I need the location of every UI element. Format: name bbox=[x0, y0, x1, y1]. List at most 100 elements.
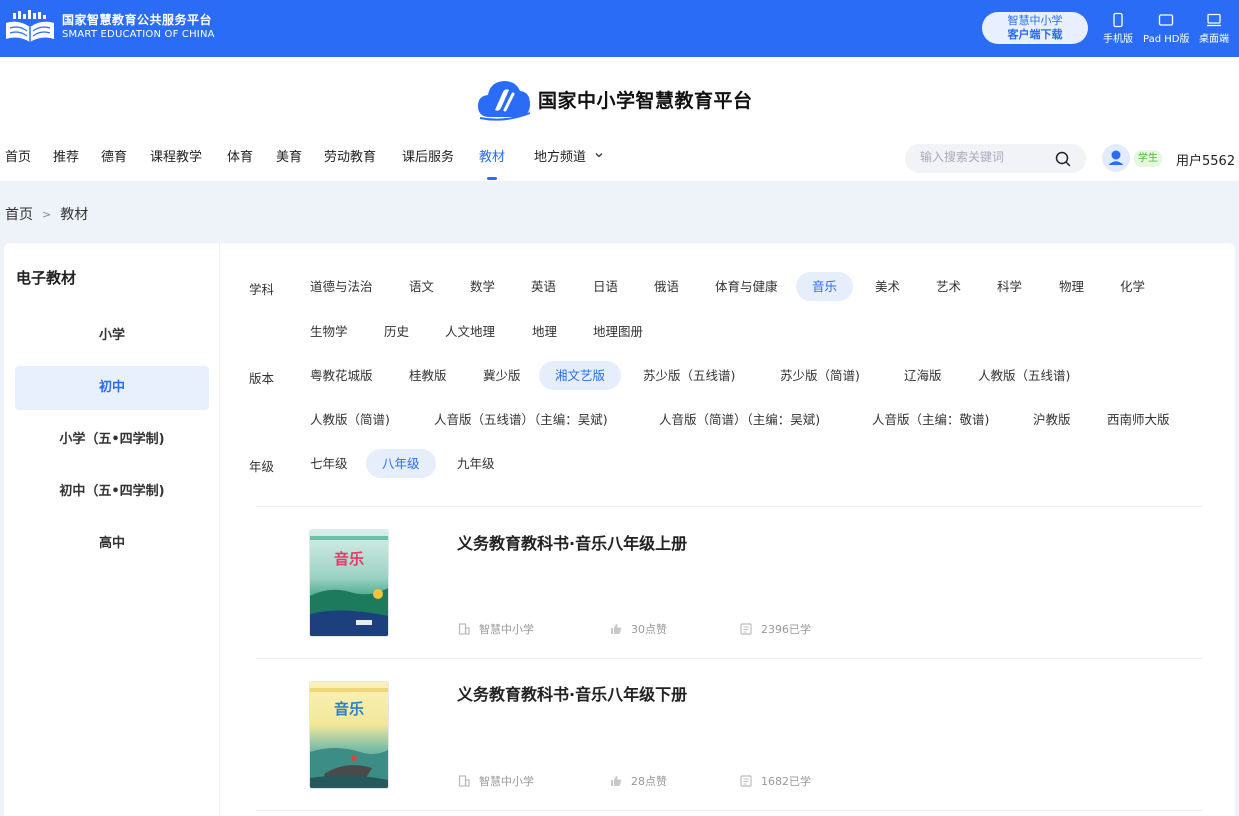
edition-chip-selected[interactable]: 湘文艺版 bbox=[539, 361, 622, 390]
subject-chip[interactable]: 英语 bbox=[531, 272, 556, 301]
grade-chip[interactable]: 七年级 bbox=[310, 449, 348, 478]
subject-chip[interactable]: 生物学 bbox=[310, 317, 348, 346]
site-logo-text: 国家中小学智慧教育平台 bbox=[538, 89, 753, 112]
edition-chip[interactable]: 人音版（主编：敬谱) bbox=[872, 405, 989, 434]
edition-chip[interactable]: 辽海版 bbox=[904, 361, 942, 390]
client-download-button[interactable]: 智慧中小学 客户端下载 bbox=[982, 12, 1088, 44]
sidebar-item-primary[interactable]: 小学 bbox=[15, 314, 209, 358]
site-logo[interactable]: 国家中小学智慧教育平台 bbox=[476, 77, 753, 121]
edition-chip[interactable]: 粤教花城版 bbox=[310, 361, 373, 390]
book-cover-art: 音乐 bbox=[310, 530, 388, 636]
book-source-label: 智慧中小学 bbox=[479, 775, 534, 788]
subject-chip[interactable]: 道德与法治 bbox=[310, 272, 373, 301]
sidebar-item-junior-54[interactable]: 初中（五•四学制) bbox=[15, 470, 209, 514]
nav-local-channel-label: 地方频道 bbox=[534, 150, 587, 165]
book-learners: 1682已学 bbox=[740, 773, 811, 789]
edition-chip[interactable]: 苏少版（简谱) bbox=[780, 361, 860, 390]
edition-chip[interactable]: 人音版（简谱）（主编：吴斌) bbox=[659, 405, 820, 434]
building-icon bbox=[458, 623, 470, 635]
subject-chip[interactable]: 日语 bbox=[593, 272, 618, 301]
subject-chip[interactable]: 人文地理 bbox=[445, 317, 495, 346]
cover-title: 音乐 bbox=[334, 550, 364, 568]
edition-chip[interactable]: 冀少版 bbox=[483, 361, 521, 390]
book-source: 智慧中小学 bbox=[458, 773, 534, 789]
subject-chip[interactable]: 物理 bbox=[1059, 272, 1084, 301]
edition-chip[interactable]: 苏少版（五线谱) bbox=[643, 361, 735, 390]
subject-chip[interactable]: 数学 bbox=[470, 272, 495, 301]
book-cover-grade8-vol2[interactable]: 音乐 bbox=[310, 682, 388, 788]
breadcrumb-current: 教材 bbox=[60, 207, 89, 223]
subject-chip[interactable]: 化学 bbox=[1120, 272, 1145, 301]
nav-labor[interactable]: 劳动教育 bbox=[324, 149, 376, 167]
edition-chip[interactable]: 西南师大版 bbox=[1107, 405, 1170, 434]
book-likes-label: 28点赞 bbox=[631, 775, 667, 788]
grade-chip[interactable]: 九年级 bbox=[457, 449, 495, 478]
nav-moral[interactable]: 德育 bbox=[101, 149, 127, 167]
sidebar-item-senior[interactable]: 高中 bbox=[15, 522, 209, 566]
sidebar: 电子教材 小学 初中 小学（五•四学制) 初中（五•四学制) 高中 bbox=[4, 243, 220, 816]
book-title[interactable]: 义务教育教科书·音乐八年级下册 bbox=[457, 681, 687, 705]
nav-textbooks[interactable]: 教材 bbox=[479, 149, 505, 180]
nav-recommend[interactable]: 推荐 bbox=[53, 149, 79, 167]
search-input[interactable] bbox=[920, 150, 1050, 164]
breadcrumb-separator: > bbox=[42, 207, 52, 221]
book-source-label: 智慧中小学 bbox=[479, 623, 534, 636]
edition-chip[interactable]: 人教版（简谱) bbox=[310, 405, 390, 434]
subject-chip[interactable]: 俄语 bbox=[654, 272, 679, 301]
user-avatar-icon[interactable] bbox=[1102, 144, 1130, 172]
edition-chip[interactable]: 人教版（五线谱) bbox=[978, 361, 1070, 390]
subject-chip[interactable]: 体育与健康 bbox=[715, 272, 778, 301]
nav-after-school[interactable]: 课后服务 bbox=[402, 149, 454, 167]
subject-chip[interactable]: 艺术 bbox=[936, 272, 961, 301]
device-desktop-label: 桌面端 bbox=[1199, 34, 1229, 45]
subject-chip[interactable]: 地理 bbox=[532, 317, 557, 346]
book-learners-label: 1682已学 bbox=[761, 775, 811, 788]
study-icon bbox=[740, 623, 752, 635]
cloud-logo-icon bbox=[478, 81, 531, 121]
search-icon[interactable] bbox=[1054, 150, 1072, 168]
grade-filter-label: 年级 bbox=[249, 459, 275, 474]
device-phone[interactable]: 手机版 bbox=[1103, 12, 1133, 45]
device-tablet[interactable]: Pad HD版 bbox=[1143, 12, 1189, 45]
top-bar: 国家智慧教育公共服务平台 SMART EDUCATION OF CHINA 智慧… bbox=[0, 0, 1239, 57]
content-card: 电子教材 小学 初中 小学（五•四学制) 初中（五•四学制) 高中 学科 道德与… bbox=[4, 243, 1235, 816]
subject-chip[interactable]: 科学 bbox=[997, 272, 1022, 301]
book-title[interactable]: 义务教育教科书·音乐八年级上册 bbox=[457, 530, 687, 554]
book-learners: 2396已学 bbox=[740, 621, 811, 637]
username[interactable]: 用户5562 bbox=[1176, 150, 1235, 169]
divider bbox=[256, 810, 1202, 811]
platform-brand[interactable]: 国家智慧教育公共服务平台 SMART EDUCATION OF CHINA bbox=[4, 9, 215, 45]
subject-chip[interactable]: 语文 bbox=[409, 272, 434, 301]
cover-title: 音乐 bbox=[334, 700, 364, 718]
divider bbox=[256, 506, 1202, 507]
nav-courses[interactable]: 课程教学 bbox=[150, 149, 202, 167]
edition-chip[interactable]: 人音版（五线谱）（主编：吴斌) bbox=[434, 405, 608, 434]
edition-chip[interactable]: 桂教版 bbox=[409, 361, 447, 390]
subject-chip[interactable]: 美术 bbox=[875, 272, 900, 301]
book-learners-label: 2396已学 bbox=[761, 623, 811, 636]
edition-chip[interactable]: 沪教版 bbox=[1033, 405, 1071, 434]
book-likes: 30点赞 bbox=[610, 621, 667, 637]
nav-sports[interactable]: 体育 bbox=[227, 149, 253, 167]
book-cover-grade8-vol1[interactable]: 音乐 bbox=[310, 530, 388, 636]
grade-chip-selected[interactable]: 八年级 bbox=[366, 449, 436, 478]
tablet-icon bbox=[1159, 14, 1174, 26]
sidebar-item-primary-54[interactable]: 小学（五•四学制) bbox=[15, 418, 209, 462]
subject-chip[interactable]: 地理图册 bbox=[593, 317, 643, 346]
divider bbox=[256, 658, 1202, 659]
breadcrumb: 首页 > 教材 bbox=[5, 204, 88, 224]
subject-chip[interactable]: 历史 bbox=[384, 317, 409, 346]
thumbs-up-icon bbox=[611, 624, 622, 634]
role-badge: 学生 bbox=[1134, 150, 1162, 167]
chevron-down-icon bbox=[595, 153, 603, 158]
book-source: 智慧中小学 bbox=[458, 621, 534, 637]
device-desktop[interactable]: 桌面端 bbox=[1199, 12, 1229, 45]
desktop-icon bbox=[1207, 13, 1221, 27]
nav-arts[interactable]: 美育 bbox=[276, 149, 302, 167]
sidebar-title: 电子教材 bbox=[16, 269, 77, 287]
subject-chip-selected[interactable]: 音乐 bbox=[796, 272, 854, 301]
breadcrumb-home[interactable]: 首页 bbox=[5, 204, 33, 224]
nav-local-channel[interactable]: 地方频道 bbox=[534, 149, 604, 167]
nav-home[interactable]: 首页 bbox=[5, 149, 31, 167]
sidebar-item-junior[interactable]: 初中 bbox=[15, 366, 209, 410]
